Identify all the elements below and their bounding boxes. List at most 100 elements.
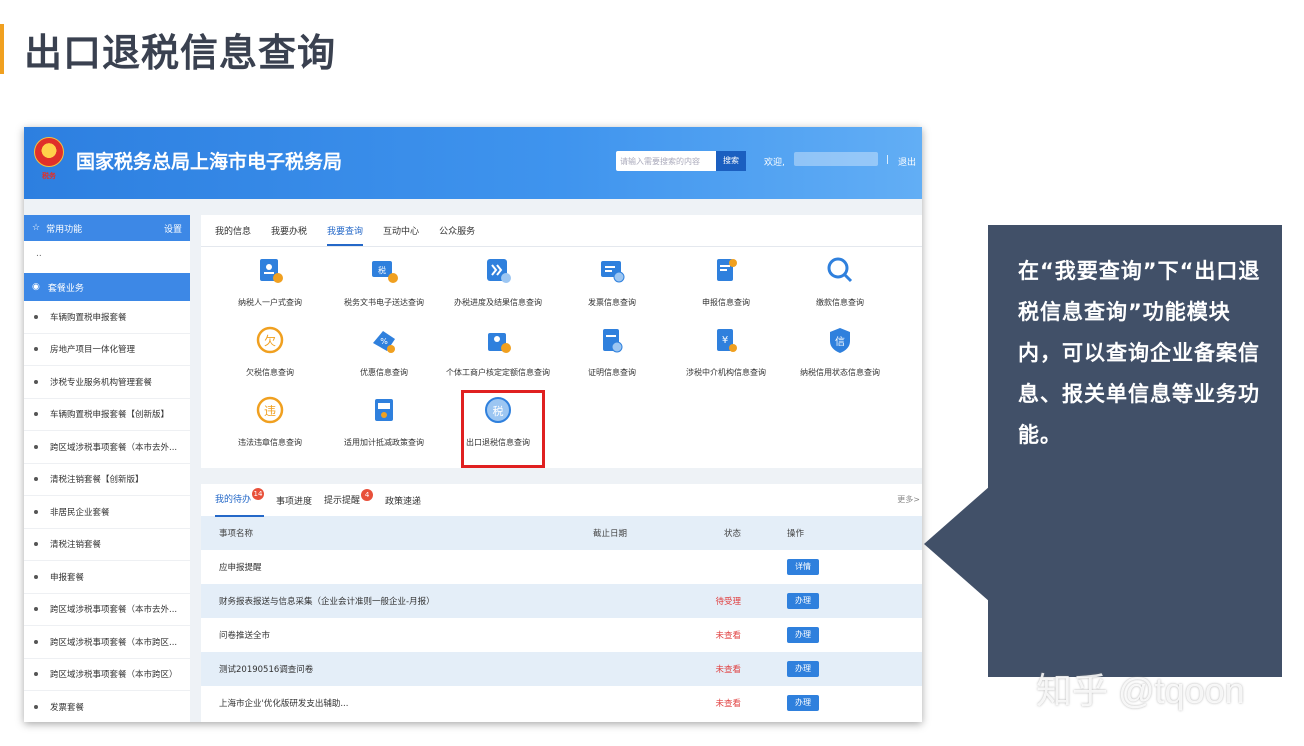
slide: 出口退税信息查询 税务 国家税务总局上海市电子税务局 请输入需要搜索的内容 搜索… [0, 0, 1304, 746]
more-link[interactable]: 更多> [897, 494, 920, 505]
query-tile-label: 优惠信息查询 [360, 368, 408, 377]
sidebar-item-label: 房地产项目一体化管理 [50, 345, 136, 356]
portal-screenshot: 税务 国家税务总局上海市电子税务局 请输入需要搜索的内容 搜索 欢迎, | 退出… [24, 127, 922, 722]
tab-1[interactable]: 我要办税 [271, 224, 307, 246]
export-refund-highlight-box [461, 390, 545, 468]
progress-icon [483, 255, 513, 285]
table-row: 应申报提醒 详情 [201, 550, 922, 584]
query-tile[interactable]: % 优惠信息查询 [325, 325, 443, 393]
settings-link[interactable]: 设置 [164, 222, 182, 235]
sidebar-item[interactable]: 车辆购置税申报套餐 [24, 301, 190, 334]
sidebar-item[interactable]: 房地产项目一体化管理 [24, 334, 190, 366]
query-tile-label: 办税进度及结果信息查询 [454, 298, 542, 307]
query-tile[interactable]: 缴款信息查询 [781, 255, 899, 323]
task-name: 上海市企业'优化版研发支出辅助... [219, 699, 349, 709]
query-tile-label: 纳税人一户式查询 [238, 298, 302, 307]
sidebar-common-header[interactable]: ☆ 常用功能 设置 [24, 215, 190, 241]
col-header-deadline: 截止日期 [592, 529, 627, 539]
task-action-button[interactable]: 办理 [787, 593, 819, 609]
query-tile[interactable]: ¥ 涉税中介机构信息查询 [667, 325, 785, 393]
task-action-button[interactable]: 办理 [787, 627, 819, 643]
callout-pointer [924, 486, 990, 602]
table-row: 财务报表报送与信息采集（企业会计准则一般企业-月报） 待受理 办理 [201, 584, 922, 618]
sidebar-item-label: 申报套餐 [50, 572, 85, 583]
task-panel: 我的待办14 事项进度 提示提醒4 政策速递 更多> 事项名称 截止日期 状态 操作 应… [201, 484, 922, 722]
sidebar-item[interactable]: 清税注销套餐【创新版】 [24, 464, 190, 496]
username-redacted [794, 152, 878, 166]
sidebar-item-label: 车辆购置税申报套餐 [50, 312, 127, 323]
svg-text:违: 违 [264, 404, 276, 418]
sidebar-item[interactable]: 清税注销套餐 [24, 529, 190, 561]
logout-link[interactable]: 退出 [898, 155, 916, 168]
query-tile[interactable]: 欠欠税信息查询 [211, 325, 329, 393]
sidebar-package-header[interactable]: ◉ 套餐业务 [24, 273, 190, 301]
tab-2[interactable]: 我要查询 [327, 224, 364, 246]
search-button[interactable]: 搜索 [716, 151, 746, 171]
portal-header: 税务 国家税务总局上海市电子税务局 请输入需要搜索的内容 搜索 欢迎, | 退出 [24, 127, 922, 199]
tab-0[interactable]: 我的信息 [215, 224, 251, 246]
query-tile[interactable]: 证明信息查询 [553, 325, 671, 393]
task-action-button[interactable]: 办理 [787, 695, 819, 711]
task-tab-0[interactable]: 我的待办14 [215, 483, 265, 517]
query-tile[interactable]: 纳税人一户式查询 [211, 255, 329, 323]
bullet-icon [34, 379, 38, 384]
query-tile-label: 税务文书电子送达查询 [344, 298, 424, 307]
col-header-action: 操作 [787, 529, 805, 539]
svg-text:%: % [380, 337, 388, 346]
query-tile[interactable]: 发票信息查询 [553, 255, 671, 323]
bullet-icon [34, 477, 38, 482]
taxpayer-card-icon [255, 255, 285, 285]
task-action-cell: 办理 [741, 593, 861, 609]
search-input[interactable]: 请输入需要搜索的内容 [616, 151, 716, 171]
sidebar-item[interactable]: 跨区域涉税事项套餐（本市去外... [24, 431, 190, 464]
sidebar-item-label: 跨区域涉税事项套餐（本市去外... [50, 605, 178, 616]
task-tab-1[interactable]: 事项进度 [276, 485, 312, 516]
sidebar-item[interactable]: 非居民企业套餐 [24, 496, 190, 529]
query-tile[interactable]: 个体工商户核定定额信息查询 [439, 325, 557, 393]
sidebar-empty-marker: .. [36, 249, 42, 259]
query-tile[interactable]: 办税进度及结果信息查询 [439, 255, 557, 323]
task-action-button[interactable]: 办理 [787, 661, 819, 677]
task-status: 未查看 [715, 631, 741, 641]
sidebar-item[interactable]: 跨区域涉税事项套餐（本市跨区） [24, 659, 190, 691]
query-tile-label: 发票信息查询 [588, 298, 636, 307]
bullet-icon [34, 704, 38, 709]
tab-3[interactable]: 互动中心 [383, 224, 419, 246]
certificate-icon [597, 325, 627, 355]
sidebar-item[interactable]: 车辆购置税申报套餐【创新版】 [24, 399, 190, 431]
query-tile[interactable]: 违违法违章信息查询 [211, 395, 329, 463]
query-tile[interactable]: 税税务文书电子送达查询 [325, 255, 443, 323]
svg-text:欠: 欠 [264, 333, 276, 348]
table-row: 问卷推送全市 未查看 办理 [201, 618, 922, 652]
task-tab-2[interactable]: 提示提醒4 [324, 484, 374, 516]
arrears-icon: 欠 [255, 325, 285, 355]
task-name: 问卷推送全市 [219, 631, 271, 641]
query-tile[interactable]: 信纳税信用状态信息查询 [781, 325, 899, 393]
task-tabs: 我的待办14 事项进度 提示提醒4 政策速递 更多> [201, 483, 922, 517]
watermark: 知乎 @tqoon [1036, 670, 1245, 711]
task-action-button[interactable]: 详情 [787, 559, 819, 575]
star-icon: ☆ [32, 223, 41, 233]
sidebar-item[interactable]: 涉税专业服务机构管理套餐 [24, 366, 190, 399]
col-header-status: 状态 [723, 529, 741, 539]
task-name: 应申报提醒 [219, 563, 262, 573]
tab-4[interactable]: 公众服务 [439, 224, 475, 246]
task-name: 测试20190516调查问卷 [219, 665, 314, 675]
count-badge: 14 [252, 488, 265, 500]
svg-text:税: 税 [378, 265, 386, 275]
col-header-name: 事项名称 [219, 529, 254, 539]
query-tile-label: 申报信息查询 [702, 298, 750, 307]
bullet-icon [34, 542, 38, 547]
sidebar-item[interactable]: 申报套餐 [24, 561, 190, 594]
query-tile-label: 证明信息查询 [588, 368, 636, 377]
sidebar-item[interactable]: 跨区域涉税事项套餐（本市去外... [24, 594, 190, 626]
portal-title: 国家税务总局上海市电子税务局 [76, 151, 343, 173]
sidebar-item[interactable]: 跨区域涉税事项套餐（本市跨区... [24, 626, 190, 659]
query-tile-label: 涉税中介机构信息查询 [686, 368, 766, 377]
sidebar-item[interactable]: 发票套餐 [24, 691, 190, 722]
svg-text:¥: ¥ [722, 335, 728, 346]
query-tile[interactable]: 申报信息查询 [667, 255, 785, 323]
task-name: 财务报表报送与信息采集（企业会计准则一般企业-月报） [219, 597, 435, 607]
query-tile[interactable]: 适用加计抵减政策查询 [325, 395, 443, 463]
task-tab-3[interactable]: 政策速递 [385, 485, 421, 516]
